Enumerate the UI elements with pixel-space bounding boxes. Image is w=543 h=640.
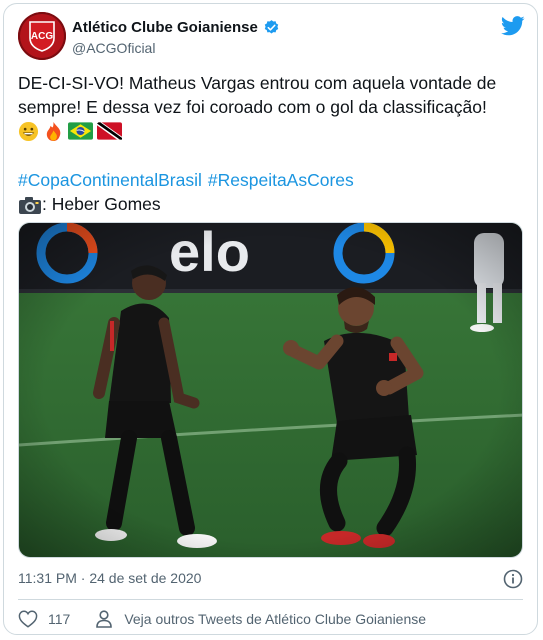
tweet-text-line-2: sempre! E dessa vez foi coroado com o go… [18, 97, 487, 117]
flag-brazil-icon [68, 122, 93, 140]
divider [18, 599, 523, 600]
tweet-timestamp[interactable]: 11:31 PM · 24 de set de 2020 [18, 570, 201, 586]
photo-credit: : Heber Gomes [18, 194, 161, 215]
flag-trinidad-tobago-icon [97, 122, 122, 140]
tweet-text: DE-CI-SI-VO! Matheus Vargas entrou com a… [18, 71, 528, 143]
hashtags: #CopaContinentalBrasil #RespeitaAsCores [18, 170, 354, 191]
author-name[interactable]: Atlético Clube Goianiense [72, 19, 258, 36]
heart-icon[interactable] [18, 610, 38, 628]
tweet-card: ACG Atlético Clube Goianiense @ACGOficia… [3, 3, 538, 635]
like-count[interactable]: 117 [48, 611, 70, 627]
user-icon [96, 610, 113, 628]
more-tweets-link[interactable]: Veja outros Tweets de Atlético Clube Goi… [124, 611, 426, 627]
club-crest-icon: ACG [29, 21, 55, 52]
camera-icon [19, 196, 41, 214]
photo-credit-text: : Heber Gomes [42, 194, 161, 214]
author-name-row[interactable]: Atlético Clube Goianiense [72, 19, 280, 36]
tweet-actions: 117 Veja outros Tweets de Atlético Clube… [18, 610, 426, 628]
hashtag-respeita-as-cores[interactable]: #RespeitaAsCores [208, 170, 354, 191]
celebration-photo: elo [19, 223, 522, 557]
svg-text:ACG: ACG [31, 31, 53, 42]
tweet-photo[interactable]: elo [18, 222, 523, 558]
club-avatar[interactable]: ACG [18, 12, 66, 60]
tweet-text-line-1: DE-CI-SI-VO! Matheus Vargas entrou com a… [18, 73, 497, 93]
author-handle[interactable]: @ACGOficial [72, 40, 155, 56]
info-icon[interactable] [503, 569, 523, 589]
fire-icon [46, 121, 61, 141]
emoji-row [18, 119, 528, 143]
twitter-bird-icon[interactable] [501, 16, 525, 36]
grinning-face-icon [18, 121, 39, 141]
hashtag-copa-continental[interactable]: #CopaContinentalBrasil [18, 170, 202, 191]
verified-badge-icon [264, 20, 279, 34]
